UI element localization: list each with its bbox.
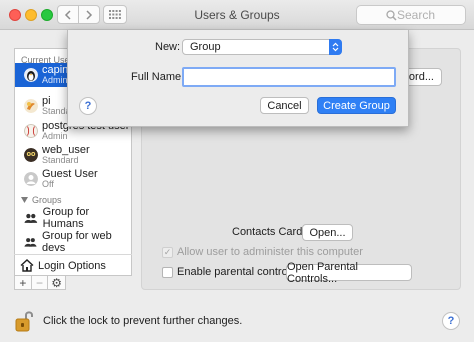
user-role: Admin	[42, 75, 68, 85]
parental-controls-row: Enable parental controls	[162, 266, 296, 278]
lock-open-icon[interactable]	[15, 310, 35, 332]
user-role: Admin	[42, 131, 68, 141]
group-name: Group for Humans	[42, 206, 90, 230]
user-role: Off	[42, 179, 54, 189]
user-name: Guest User	[42, 169, 98, 180]
chevron-right-icon	[86, 9, 93, 20]
minimize-window-button[interactable]	[25, 9, 37, 21]
group-icon	[24, 238, 37, 247]
new-label: New:	[155, 41, 181, 53]
sidebar-actions: + − ⚙	[14, 276, 66, 290]
account-type-select[interactable]: Group	[182, 39, 342, 55]
remove-user-button[interactable]: −	[32, 276, 49, 290]
account-type-value: Group	[190, 41, 221, 53]
chevron-left-icon	[64, 9, 71, 20]
sidebar-group-humans[interactable]: Group for Humans	[15, 206, 131, 230]
add-user-button[interactable]: +	[15, 276, 32, 290]
login-options-label: Login Options	[38, 259, 106, 272]
user-role: Standard	[42, 155, 79, 165]
create-group-button[interactable]: Create Group	[317, 97, 396, 114]
sidebar-group-web-devs[interactable]: Group for web devs	[15, 230, 131, 254]
search-icon	[386, 10, 397, 21]
help-button[interactable]: ?	[442, 312, 460, 330]
search-field[interactable]: Search	[356, 5, 466, 25]
grid-icon	[109, 10, 121, 19]
window-title: Users & Groups	[194, 8, 280, 22]
group-icon	[24, 213, 38, 223]
allow-admin-row: ✓ Allow user to administer this computer	[162, 246, 363, 258]
user-name: capin	[42, 65, 69, 76]
title-bar: Users & Groups Search	[0, 0, 474, 30]
owl-avatar-icon	[24, 148, 38, 162]
sidebar-user-web-user[interactable]: web_user Standard	[15, 143, 131, 167]
parental-controls-label: Enable parental controls	[177, 266, 296, 278]
open-contacts-button[interactable]: Open...	[302, 224, 353, 241]
allow-admin-label: Allow user to administer this computer	[177, 246, 363, 258]
flower-avatar-icon	[24, 99, 38, 113]
close-window-button[interactable]	[9, 9, 21, 21]
back-button[interactable]	[57, 5, 79, 24]
penguin-avatar-icon	[24, 68, 38, 82]
allow-admin-checkbox[interactable]: ✓	[162, 246, 173, 258]
full-name-label: Full Name:	[131, 71, 185, 83]
search-placeholder: Search	[397, 8, 436, 22]
forward-button[interactable]	[78, 5, 100, 24]
contacts-card-label: Contacts Card:	[232, 226, 306, 238]
disclosure-triangle-icon	[21, 197, 28, 203]
settings-gear-button[interactable]: ⚙	[48, 276, 65, 290]
house-icon	[20, 259, 34, 272]
open-parental-controls-button[interactable]: Open Parental Controls...	[286, 261, 412, 285]
sheet-help-button[interactable]: ?	[79, 97, 97, 115]
lock-message: Click the lock to prevent further change…	[43, 315, 243, 327]
cancel-button[interactable]: Cancel	[260, 97, 309, 114]
groups-heading[interactable]: Groups	[21, 195, 62, 205]
login-options-item[interactable]: Login Options	[14, 254, 132, 276]
zoom-window-button[interactable]	[41, 9, 53, 21]
user-name: web_user	[42, 145, 90, 156]
parental-controls-checkbox[interactable]	[162, 266, 173, 278]
show-all-button[interactable]	[103, 5, 127, 24]
select-stepper-icon	[329, 39, 342, 55]
full-name-field[interactable]	[182, 67, 396, 87]
sidebar-user-guest[interactable]: Guest User Off	[15, 167, 131, 191]
guest-avatar-icon	[24, 172, 38, 186]
baseball-avatar-icon	[24, 124, 38, 138]
groups-heading-label: Groups	[32, 195, 62, 205]
group-name: Group for web devs	[41, 230, 112, 254]
